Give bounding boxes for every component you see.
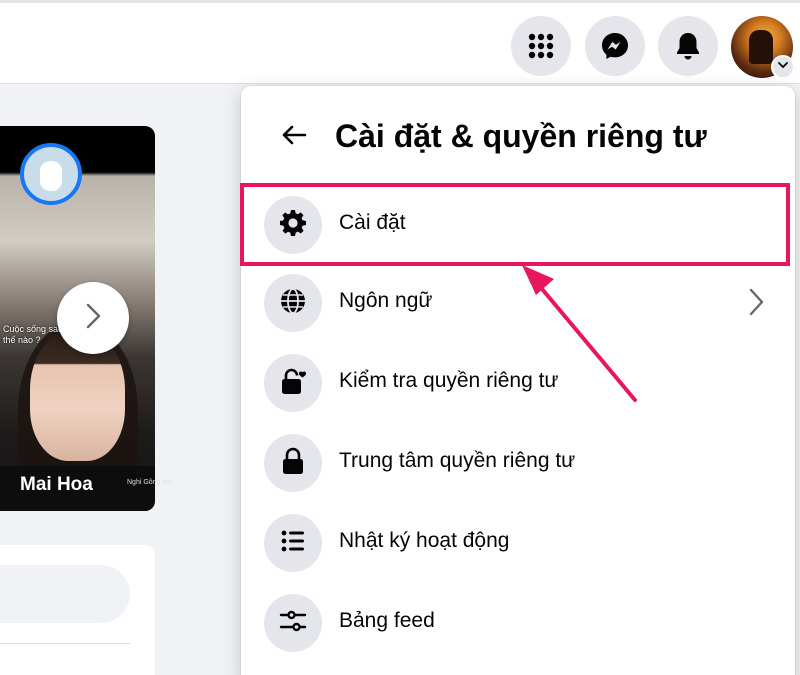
annotation-arrow: [522, 265, 637, 402]
menu-item-activity-log[interactable]: Nhật ký hoạt động: [241, 504, 795, 584]
account-menu-toggle[interactable]: [771, 55, 795, 79]
menu-icon-bg: [264, 514, 322, 572]
back-button[interactable]: [274, 117, 314, 157]
top-border: [0, 0, 800, 3]
lock-icon: [278, 446, 308, 481]
menu-item-label: Bảng feed: [339, 609, 435, 632]
menu-icon-bg: [264, 434, 322, 492]
menu-item-label: Cài đặt: [339, 211, 406, 234]
grid-menu-icon: [527, 32, 555, 60]
menu-item-feed[interactable]: Bảng feed: [241, 584, 795, 664]
menu-item-label: Trung tâm quyền riêng tư: [339, 449, 576, 472]
story-avatar[interactable]: [20, 143, 82, 205]
chevron-down-icon: [777, 58, 789, 76]
globe-icon: [278, 286, 308, 321]
arrow-left-icon: [280, 123, 308, 152]
menu-item-settings[interactable]: Cài đặt: [241, 186, 795, 266]
bell-icon: [674, 31, 702, 61]
menu-icon-bg: [264, 594, 322, 652]
menu-item-label: Ngôn ngữ: [339, 289, 433, 312]
menu-button[interactable]: [511, 16, 571, 76]
top-bar: [0, 0, 800, 84]
story-side-text: Nghỉ Gông hỏi: [127, 479, 172, 486]
messenger-button[interactable]: [585, 16, 645, 76]
list-icon: [278, 526, 308, 561]
notifications-button[interactable]: [658, 16, 718, 76]
avatar-figure: [749, 30, 773, 64]
menu-item-label: Nhật ký hoạt động: [339, 529, 510, 552]
chevron-right-icon: [747, 287, 765, 322]
sliders-icon: [278, 606, 308, 641]
menu-item-privacy-center[interactable]: Trung tâm quyền riêng tư: [241, 424, 795, 504]
menu-icon-bg: [264, 274, 322, 332]
post-divider: [0, 643, 130, 644]
story-avatar-figure: [40, 161, 62, 191]
gear-icon: [278, 208, 308, 243]
story-name: Mai Hoa: [20, 474, 93, 495]
messenger-icon: [599, 30, 631, 62]
chevron-right-icon: [82, 301, 104, 336]
create-post-input[interactable]: [0, 565, 130, 623]
submenu-chevron: [741, 286, 771, 322]
stories-next-button[interactable]: [57, 282, 129, 354]
panel-title: Cài đặt & quyền riêng tư: [335, 118, 707, 154]
lock-heart-icon: [278, 366, 308, 401]
menu-icon-bg: [264, 354, 322, 412]
menu-icon-bg: [264, 196, 322, 254]
